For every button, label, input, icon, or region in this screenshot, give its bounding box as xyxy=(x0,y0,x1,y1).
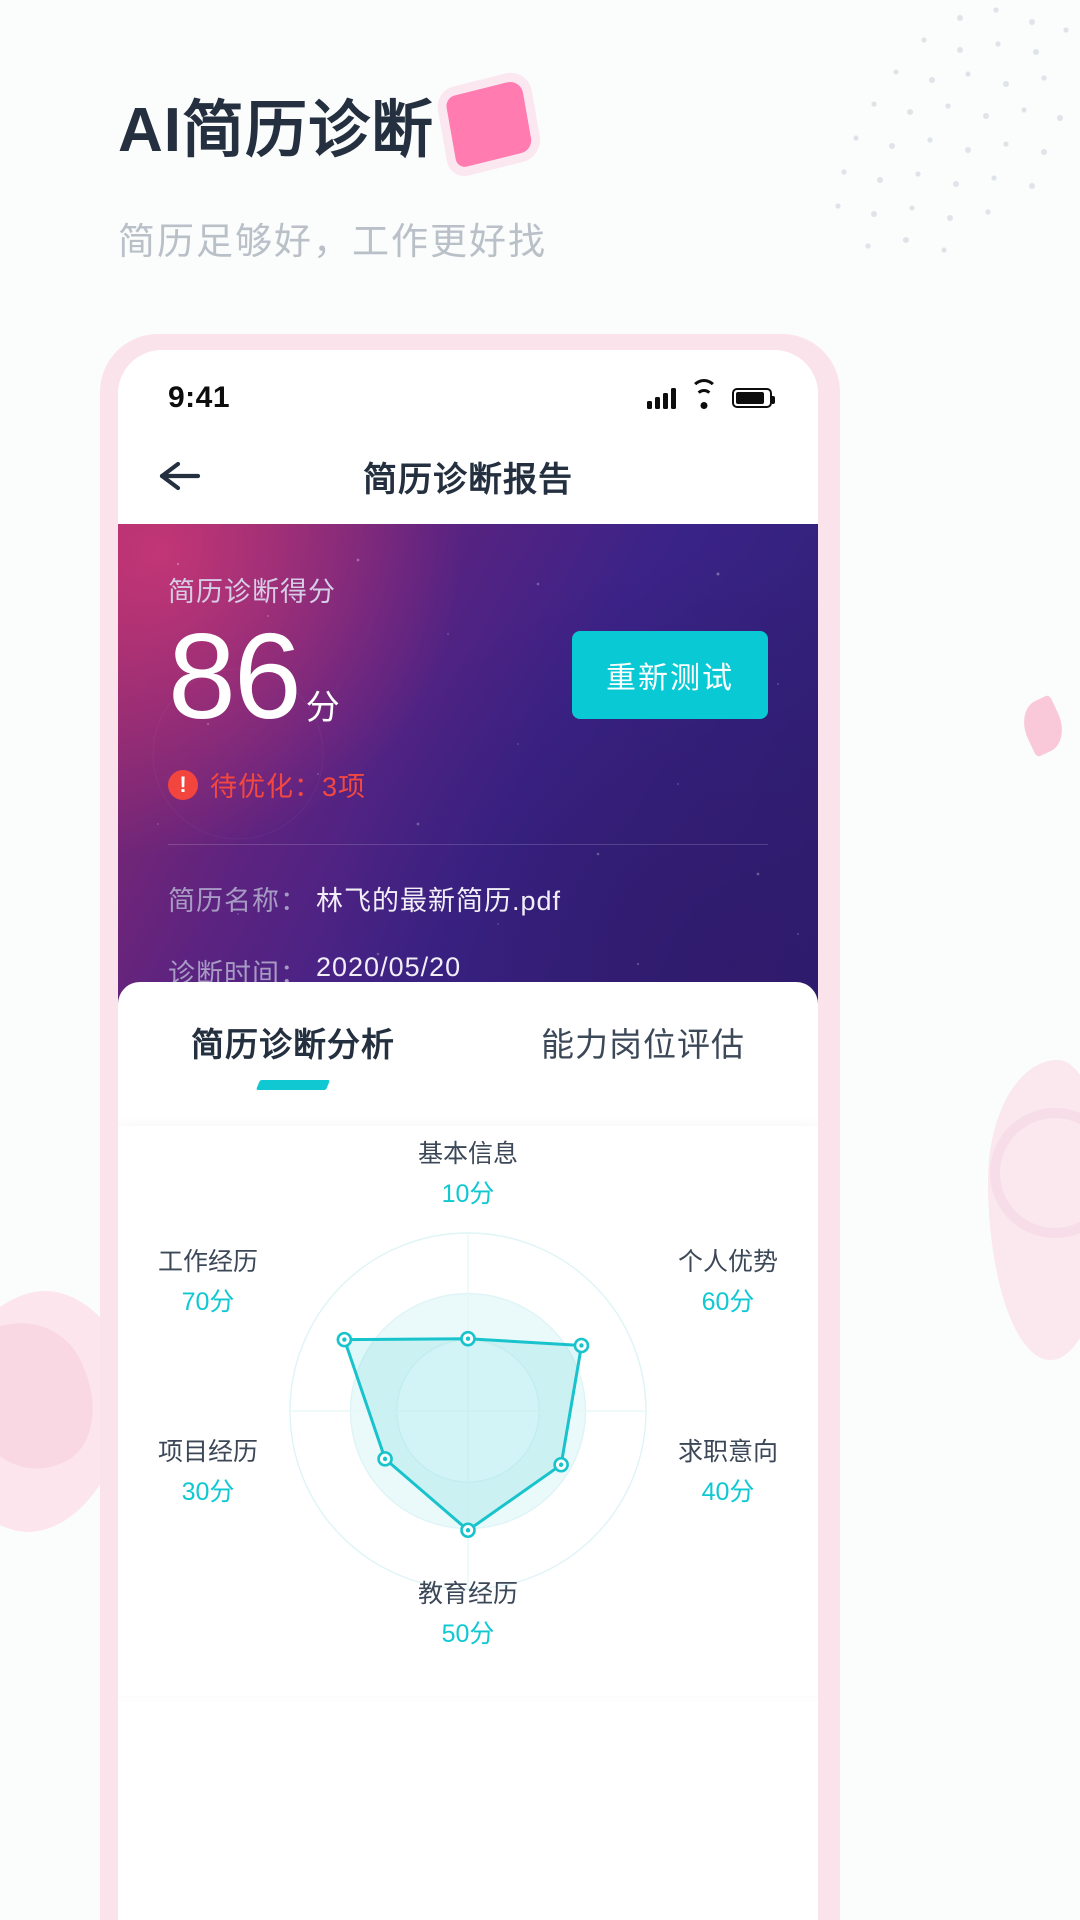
wifi-icon xyxy=(690,378,718,409)
score-card: 简历诊断得分 86 分 重新测试 ! 待优化：3项 简历名称： 林飞的最新简历.… xyxy=(118,524,818,1004)
axis-label-0: 基本信息 10分 xyxy=(368,1136,568,1213)
axis-label-3-score: 50分 xyxy=(441,1620,495,1649)
axis-label-5-name: 工作经历 xyxy=(157,1248,258,1276)
score-card-content: 简历诊断得分 86 分 重新测试 ! 待优化：3项 xyxy=(118,524,818,804)
radar-chart-panel: 基本信息 10分 个人优势 60分 求职意向 40分 教育经历 50分 项目经历… xyxy=(118,1126,818,1696)
axis-label-4-score: 30分 xyxy=(181,1478,235,1507)
retest-button[interactable]: 重新测试 xyxy=(572,631,768,719)
battery-icon xyxy=(732,388,775,408)
axis-label-3-name: 教育经历 xyxy=(417,1580,518,1608)
score-label: 简历诊断得分 xyxy=(168,577,336,607)
dot-pattern-decoration xyxy=(835,7,1069,253)
axis-label-1-name: 个人优势 xyxy=(677,1248,778,1276)
tab-ability-assessment[interactable]: 能力岗位评估 xyxy=(468,1018,818,1090)
axis-label-0-name: 基本信息 xyxy=(417,1140,518,1168)
signal-bars-icon xyxy=(647,387,676,409)
score-number: 86 xyxy=(168,608,302,744)
pink-blob-left-small-decoration xyxy=(0,1302,114,1488)
tab-ability-assessment-label: 能力岗位评估 xyxy=(541,1026,745,1063)
pink-ring-decoration xyxy=(990,1108,1080,1238)
axis-label-1-score: 60分 xyxy=(701,1288,755,1317)
phone-screen: 9:41 简历诊断报告 简历诊断得分 86 分 重新测试 ! 待优化：3项 简历… xyxy=(118,350,818,1920)
tab-bar: 简历诊断分析 能力岗位评估 xyxy=(118,982,818,1118)
nav-bar: 简历诊断报告 xyxy=(118,428,818,524)
back-arrow-icon[interactable] xyxy=(156,456,210,496)
score-unit: 分 xyxy=(305,689,340,727)
status-bar: 9:41 xyxy=(118,350,818,428)
axis-label-5: 工作经历 70分 xyxy=(118,1244,308,1321)
tab-resume-analysis[interactable]: 简历诊断分析 xyxy=(118,1018,468,1090)
status-bar-icons xyxy=(647,378,775,409)
axis-label-5-score: 70分 xyxy=(181,1288,235,1317)
nav-title: 简历诊断报告 xyxy=(363,460,573,499)
pink-petal-decoration xyxy=(1014,694,1072,758)
status-bar-time: 9:41 xyxy=(168,381,231,414)
optimization-warning: ! 待优化：3项 xyxy=(168,765,768,804)
warning-text: 待优化：3项 xyxy=(210,772,367,802)
tab-resume-analysis-label: 简历诊断分析 xyxy=(191,1026,395,1063)
axis-label-2: 求职意向 40分 xyxy=(628,1434,818,1511)
hero-text-block: AI简历诊断 简历足够好，工作更好找 xyxy=(118,98,547,265)
pink-blob-right-decoration xyxy=(988,1060,1080,1360)
axis-label-2-score: 40分 xyxy=(701,1478,755,1507)
page-subtitle: 简历足够好，工作更好找 xyxy=(118,221,547,263)
score-row: 86 分 重新测试 xyxy=(168,615,768,737)
axis-label-3: 教育经历 50分 xyxy=(368,1576,568,1653)
axis-label-1: 个人优势 60分 xyxy=(628,1244,818,1321)
page-title: AI简历诊断 xyxy=(118,96,435,165)
axis-label-2-name: 求职意向 xyxy=(677,1438,778,1466)
axis-label-4: 项目经历 30分 xyxy=(118,1434,308,1511)
axis-label-0-score: 10分 xyxy=(441,1180,495,1209)
axis-label-4-name: 项目经历 xyxy=(157,1438,258,1466)
radar-chart: 基本信息 10分 个人优势 60分 求职意向 40分 教育经历 50分 项目经历… xyxy=(118,1126,818,1696)
score-value-group: 86 分 xyxy=(168,615,340,737)
tab-active-indicator xyxy=(255,1080,331,1090)
exclamation-circle-icon: ! xyxy=(168,769,198,800)
